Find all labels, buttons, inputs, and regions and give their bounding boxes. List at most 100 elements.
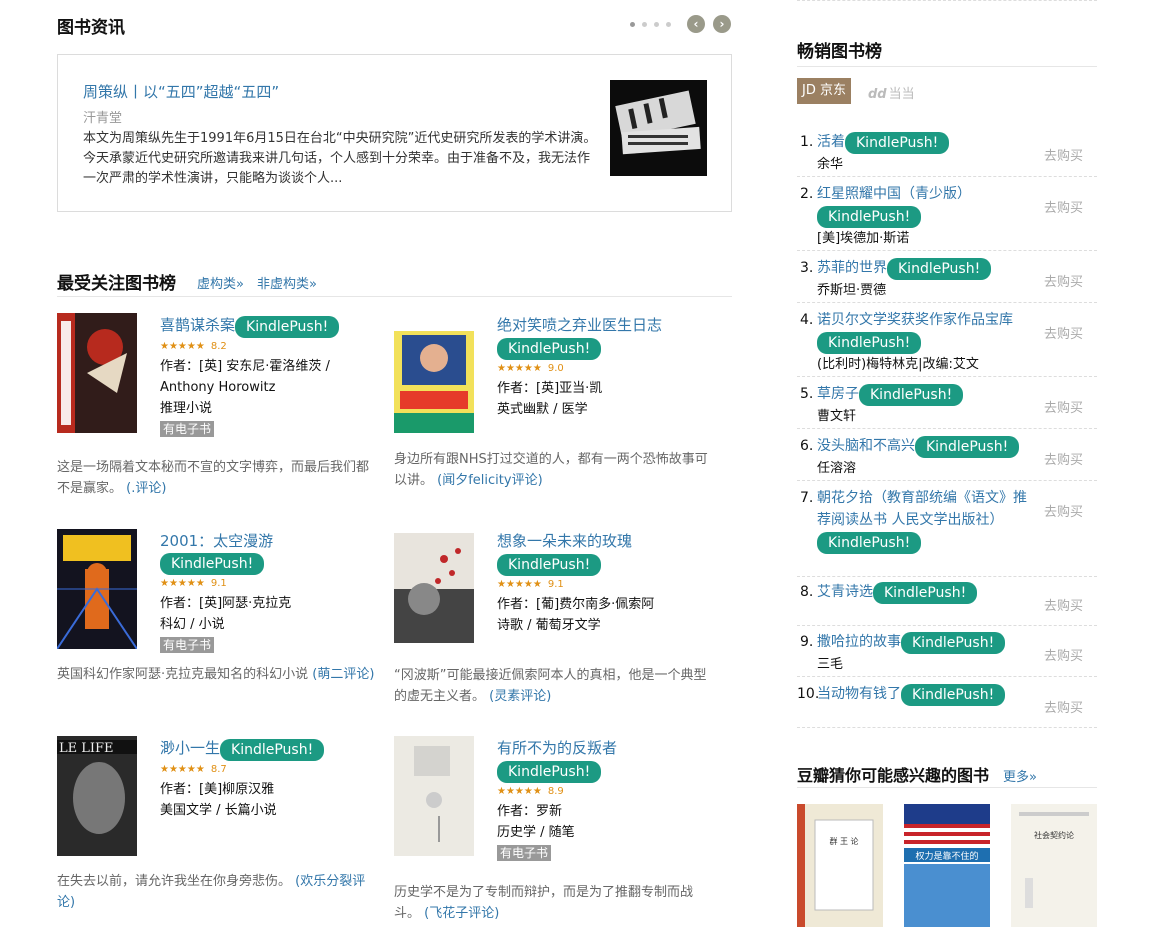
book-genre: 历史学 / 随笔 (497, 825, 575, 840)
ranking-item: 3. 苏菲的世界 KindlePush! 乔斯坦·贾德 去购买 (797, 257, 1097, 303)
book-author: 作者：[英]阿瑟·克拉克 (160, 596, 292, 611)
rank-title[interactable]: 当动物有钱了 (817, 686, 901, 702)
rank-title[interactable]: 艾青诗选 (817, 584, 873, 600)
rank-title[interactable]: 朝花夕拾（教育部统编《语文》推荐阅读丛书 人民文学出版社） (817, 487, 1039, 531)
buy-link[interactable]: 去购买 (1044, 697, 1083, 716)
rank-number: 5. (800, 386, 814, 402)
kindle-push-button[interactable]: KindlePush! (235, 315, 340, 338)
rank-title[interactable]: 诺贝尔文学奖获奖作家作品宝库 (817, 309, 1039, 331)
recommended-book-cover[interactable]: 群 王 论 (797, 804, 883, 927)
ranking-item: 8. 艾青诗选 KindlePush! 去购买 (797, 581, 1097, 626)
book-cover[interactable] (57, 313, 137, 433)
kindle-push-button[interactable]: KindlePush! (220, 738, 325, 761)
kindle-push-button[interactable]: KindlePush! (915, 435, 1020, 458)
rank-number: 1. (800, 134, 814, 150)
ebook-badge[interactable]: 有电子书 (160, 420, 215, 437)
review-link[interactable]: (飞花子评论) (424, 906, 499, 921)
kindle-push-button[interactable]: KindlePush! (901, 683, 1006, 706)
kindle-push-button[interactable]: KindlePush! (901, 631, 1006, 654)
review-link[interactable]: (闻夕felicity评论) (437, 473, 543, 488)
kindle-push-button[interactable]: KindlePush! (859, 383, 964, 406)
carousel-next-icon[interactable]: › (713, 15, 731, 33)
kindle-push-button[interactable]: KindlePush! (873, 581, 978, 604)
svg-text:LE LIFE: LE LIFE (59, 741, 114, 756)
buy-link[interactable]: 去购买 (1044, 397, 1083, 416)
carousel-prev-icon[interactable]: ‹ (687, 15, 705, 33)
rating-score: 8.2 (210, 340, 227, 352)
buy-link[interactable]: 去购买 (1044, 501, 1083, 520)
rank-title[interactable]: 撒哈拉的故事 (817, 634, 901, 650)
carousel-dots (630, 22, 671, 27)
kindle-push-button[interactable]: KindlePush! (845, 131, 950, 154)
rank-author: 曹文轩 (817, 408, 857, 424)
kindle-push-button[interactable]: KindlePush! (497, 338, 602, 360)
buy-link[interactable]: 去购买 (1044, 197, 1083, 216)
rank-title[interactable]: 没头脑和不高兴 (817, 438, 915, 454)
carousel-dot[interactable] (654, 22, 659, 27)
book-title[interactable]: 喜鹊谋杀案 (160, 316, 235, 334)
rank-title[interactable]: 活着 (817, 134, 845, 150)
rank-title[interactable]: 红星照耀中国（青少版） (817, 183, 1039, 205)
rating-score: 9.1 (210, 578, 227, 589)
kindle-push-button[interactable]: KindlePush! (817, 532, 922, 554)
tab-dangdang[interactable]: dd 当当 (868, 83, 915, 102)
rating-stars-icon: ★★★★★ (160, 578, 205, 589)
book-cover[interactable] (394, 736, 474, 856)
recommended-book-cover[interactable]: 社会契约论 (1011, 804, 1097, 927)
ranking-item: 9. 撒哈拉的故事 KindlePush! 三毛 去购买 (797, 631, 1097, 677)
ebook-badge[interactable]: 有电子书 (160, 637, 215, 653)
carousel-dot[interactable] (642, 22, 647, 27)
rank-number: 4. (800, 312, 814, 328)
kindle-push-button[interactable]: KindlePush! (817, 206, 922, 228)
book-rating: ★★★★★ 9.1 (497, 576, 712, 594)
book-title[interactable]: 渺小一生 (160, 739, 220, 757)
buy-link[interactable]: 去购买 (1044, 645, 1083, 664)
carousel-dot[interactable] (666, 22, 671, 27)
buy-link[interactable]: 去购买 (1044, 145, 1083, 164)
ebook-badge[interactable]: 有电子书 (497, 845, 552, 861)
kindle-push-button[interactable]: KindlePush! (887, 257, 992, 280)
tab-fiction[interactable]: 虚构类» (197, 273, 244, 292)
book-summary: 在失去以前，请允许我坐在你身旁悲伤。 (57, 874, 292, 889)
kindle-push-button[interactable]: KindlePush! (497, 554, 602, 576)
news-cover-image[interactable] (610, 80, 707, 176)
book-genre: 英式幽默 / 医学 (497, 402, 588, 417)
recommendations-header: 豆瓣猜你可能感兴趣的图书 更多» (797, 760, 1097, 788)
news-title[interactable]: 周策纵丨以“五四”超越“五四” (83, 81, 279, 102)
book-title[interactable]: 想象一朵未来的玫瑰 (497, 529, 712, 553)
kindle-push-button[interactable]: KindlePush! (497, 761, 602, 783)
tab-dangdang-label: 当当 (888, 87, 915, 102)
news-card: 周策纵丨以“五四”超越“五四” 汗青堂 本文为周策纵先生于1991年6月15日在… (57, 54, 732, 212)
book-cover[interactable] (394, 529, 474, 649)
review-link[interactable]: (萌二评论) (312, 667, 374, 682)
review-link[interactable]: (灵素评论) (489, 689, 551, 704)
rank-author: 任溶溶 (817, 460, 857, 476)
recommended-book-cover[interactable]: 权力是靠不住的 (904, 804, 990, 927)
book-cover[interactable] (57, 529, 137, 649)
book-cover[interactable]: LE LIFE (57, 736, 137, 856)
rank-title[interactable]: 草房子 (817, 386, 859, 402)
book-cover[interactable] (394, 313, 474, 433)
more-link[interactable]: 更多» (1003, 766, 1037, 785)
buy-link[interactable]: 去购买 (1044, 449, 1083, 468)
buy-link[interactable]: 去购买 (1044, 323, 1083, 342)
news-heading: 图书资讯 (57, 18, 125, 38)
book-title[interactable]: 2001：太空漫游 (160, 532, 273, 550)
book-title[interactable]: 绝对笑喷之弃业医生日志 (497, 313, 712, 337)
kindle-push-button[interactable]: KindlePush! (817, 332, 922, 354)
divider (797, 0, 1097, 1)
rank-number: 2. (800, 186, 814, 202)
kindle-push-button[interactable]: KindlePush! (160, 553, 265, 575)
rank-title[interactable]: 苏菲的世界 (817, 260, 887, 276)
tab-jd[interactable]: JD 京东 (797, 78, 851, 104)
carousel-dot[interactable] (630, 22, 635, 27)
book-title[interactable]: 有所不为的反叛者 (497, 736, 712, 760)
buy-link[interactable]: 去购买 (1044, 271, 1083, 290)
book-author: 作者：[英] 安东尼·霍洛维茨 / Anthony Horowitz (160, 358, 330, 395)
buy-link[interactable]: 去购买 (1044, 595, 1083, 614)
ranking-item: 10. 当动物有钱了 KindlePush! 去购买 (797, 683, 1097, 728)
bestsellers-header: 畅销图书榜 (797, 37, 1097, 67)
tab-nonfiction[interactable]: 非虚构类» (257, 273, 317, 292)
book-rating: ★★★★★ 8.9 (497, 783, 712, 801)
review-link[interactable]: (.评论) (126, 481, 166, 496)
